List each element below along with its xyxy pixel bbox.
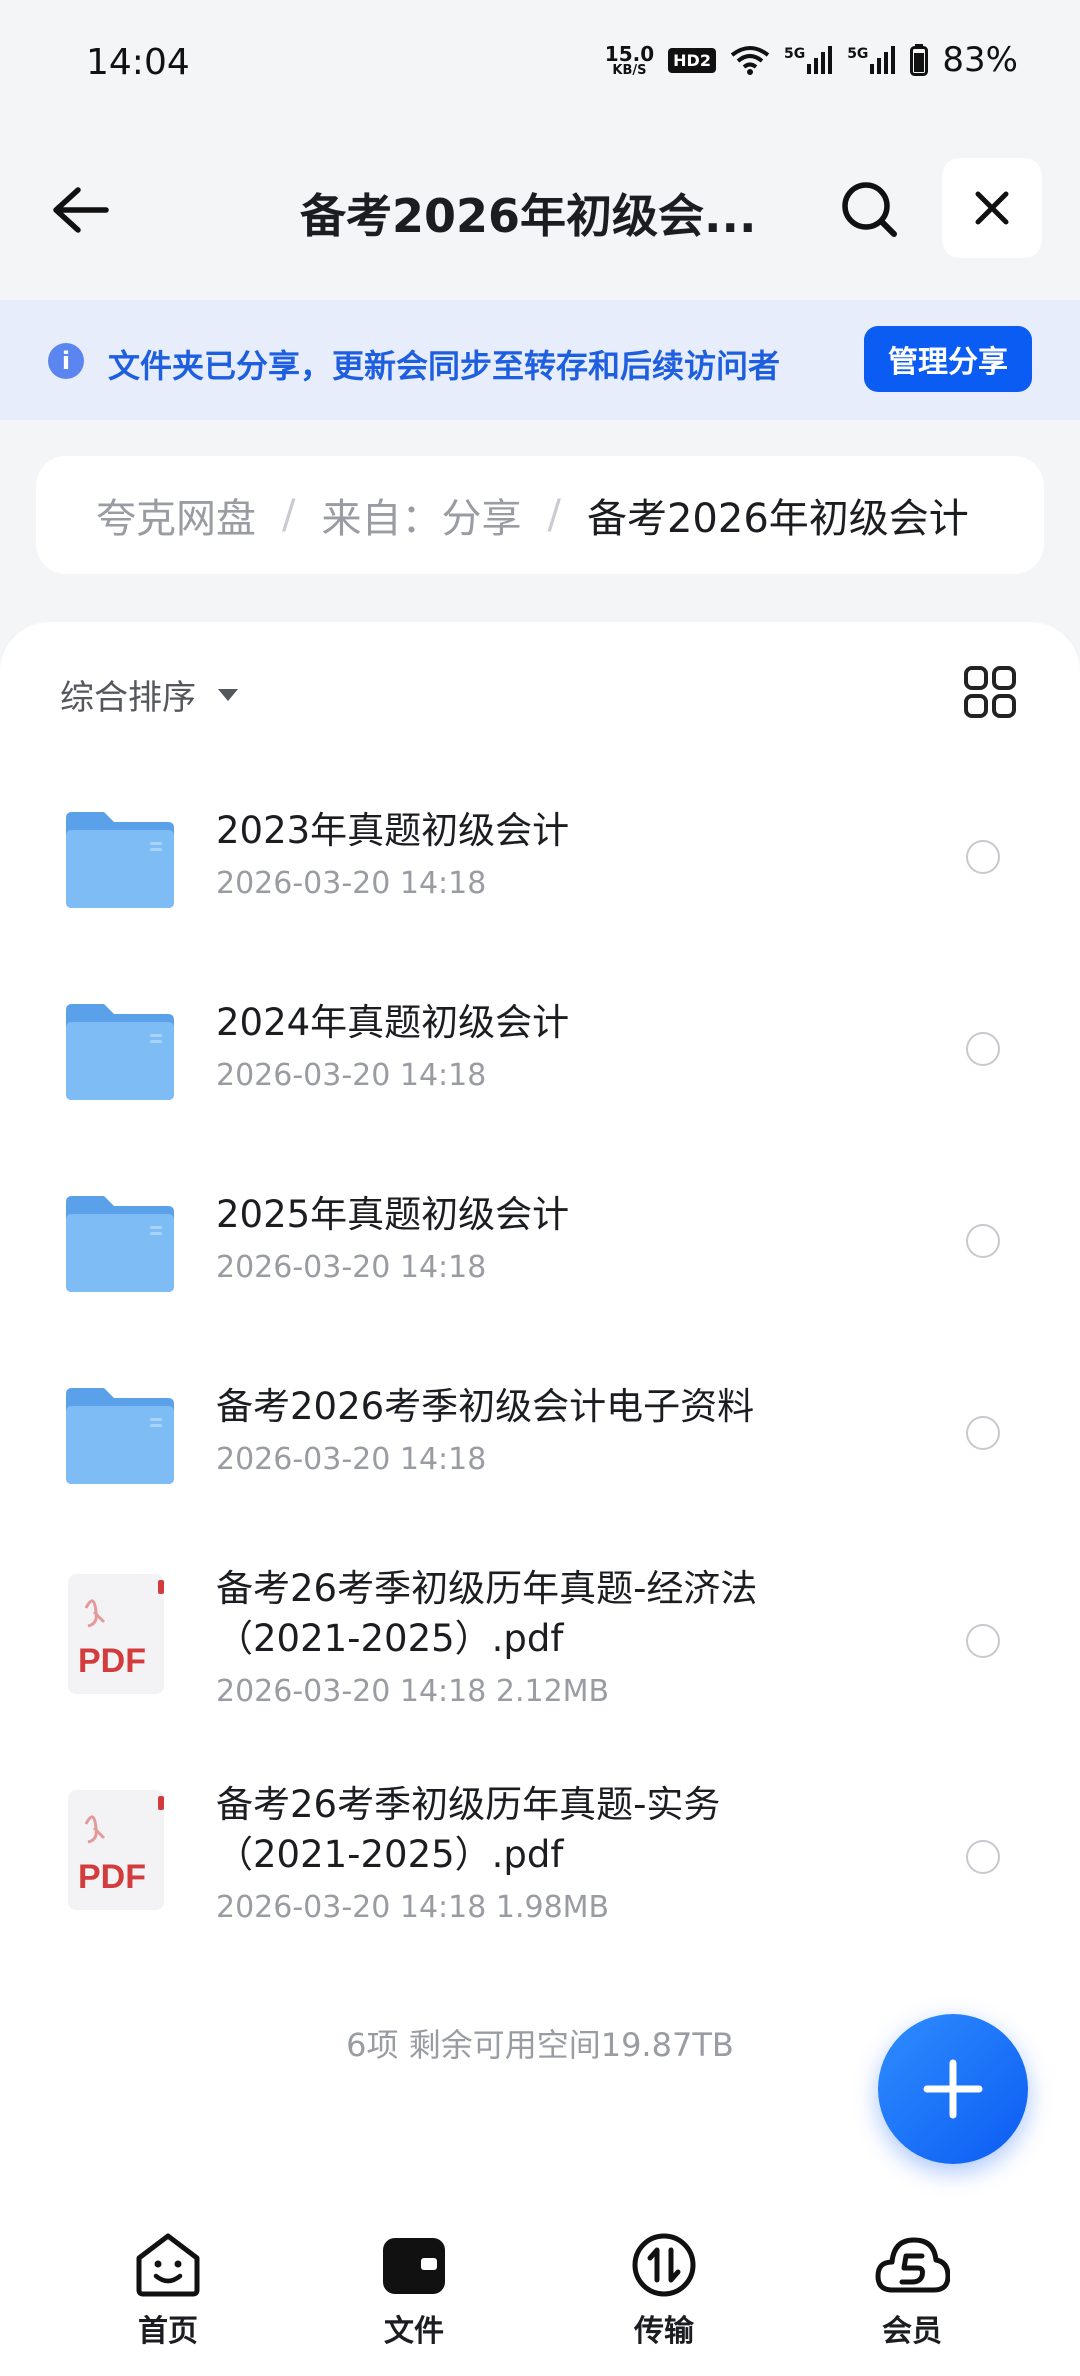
close-icon <box>975 191 1009 225</box>
grid-view-icon <box>964 666 1016 718</box>
info-icon: i <box>48 343 84 379</box>
list-item-pdf[interactable]: PDF 备考26考季初级历年真题-经济法（2021-2025）.pdf 2026… <box>0 1550 1080 1750</box>
item-name: 2025年真题初级会计 <box>216 1193 570 1236</box>
item-name: 2024年真题初级会计 <box>216 1001 570 1044</box>
list-item-folder[interactable]: 2024年真题初级会计 2026-03-20 14:18 <box>0 972 1080 1152</box>
status-time: 14:04 <box>86 42 190 83</box>
list-item-folder[interactable]: 2023年真题初级会计 2026-03-20 14:18 <box>0 780 1080 960</box>
item-meta: 2026-03-20 14:18 <box>216 1058 487 1093</box>
breadcrumb-separator: / <box>547 492 561 538</box>
folder-icon <box>66 1388 174 1484</box>
select-radio[interactable] <box>966 1224 1000 1258</box>
page-title: 备考2026年初级会... <box>300 189 757 243</box>
back-arrow-icon <box>53 187 109 233</box>
home-smile-icon <box>136 2233 200 2297</box>
folder-icon <box>66 812 174 908</box>
sort-dropdown[interactable]: 综合排序 <box>60 670 238 719</box>
list-item-pdf[interactable]: PDF 备考26考季初级历年真题-实务（2021-2025）.pdf 2026-… <box>0 1766 1080 1966</box>
dropdown-caret-icon <box>218 688 238 701</box>
wifi-icon <box>730 46 770 75</box>
item-meta: 2026-03-20 14:18 <box>216 866 487 901</box>
nav-label: 会员 <box>882 2314 942 2349</box>
status-icons: 15.0 KB/S HD2 5G 5G 83% <box>605 40 1018 80</box>
breadcrumb-separator: / <box>282 492 296 538</box>
nav-label: 传输 <box>634 2314 694 2349</box>
search-button[interactable] <box>830 170 910 250</box>
item-name: 备考2026考季初级会计电子资料 <box>216 1385 755 1428</box>
manage-share-button[interactable]: 管理分享 <box>864 326 1032 392</box>
item-name: 备考26考季初级历年真题-实务（2021-2025）.pdf <box>216 1783 721 1876</box>
select-radio[interactable] <box>966 1840 1000 1874</box>
net-speed: 15.0 KB/S <box>604 41 655 78</box>
hd-badge: HD2 <box>668 47 716 73</box>
pdf-label: PDF <box>78 1858 146 1896</box>
plus-icon <box>923 2059 983 2119</box>
breadcrumb-item-share[interactable]: 来自：分享 <box>321 486 521 544</box>
nav-label: 首页 <box>138 2314 198 2349</box>
signal-bars-icon <box>870 46 896 74</box>
breadcrumb: 夸克网盘 / 来自：分享 / 备考2026年初级会计 <box>36 456 1044 574</box>
select-radio[interactable] <box>966 1032 1000 1066</box>
battery-icon <box>910 44 929 76</box>
breadcrumb-item-root[interactable]: 夸克网盘 <box>96 486 256 544</box>
search-icon <box>842 182 897 237</box>
pdf-file-icon: PDF <box>68 1790 164 1910</box>
item-name: 2023年真题初级会计 <box>216 809 570 852</box>
pdf-file-icon: PDF <box>68 1574 164 1694</box>
signal-bars-icon <box>807 46 833 74</box>
breadcrumb-item-current: 备考2026年初级会计 <box>586 496 969 542</box>
item-name: 备考26考季初级历年真题-经济法（2021-2025）.pdf <box>216 1567 758 1660</box>
select-radio[interactable] <box>966 1624 1000 1658</box>
grid-view-button[interactable] <box>964 666 1016 718</box>
folder-icon <box>66 1004 174 1100</box>
list-item-folder[interactable]: 备考2026考季初级会计电子资料 2026-03-20 14:18 <box>0 1356 1080 1536</box>
select-radio[interactable] <box>966 840 1000 874</box>
add-button[interactable] <box>878 2014 1028 2164</box>
select-radio[interactable] <box>966 1416 1000 1450</box>
item-meta: 2026-03-20 14:18 2.12MB <box>216 1674 610 1709</box>
sort-label: 综合排序 <box>60 678 196 718</box>
pdf-label: PDF <box>78 1642 146 1680</box>
share-banner-text: 文件夹已分享，更新会同步至转存和后续访问者 <box>108 347 781 385</box>
folder-icon <box>66 1196 174 1292</box>
list-item-folder[interactable]: 2025年真题初级会计 2026-03-20 14:18 <box>0 1164 1080 1344</box>
cloud-vip-icon <box>875 2237 950 2293</box>
item-meta: 2026-03-20 14:18 <box>216 1250 487 1285</box>
nav-item-transfer[interactable]: 传输 <box>594 2232 734 2350</box>
nav-item-home[interactable]: 首页 <box>98 2232 238 2350</box>
nav-item-vip[interactable]: 会员 <box>842 2232 982 2350</box>
wallet-file-icon <box>383 2238 445 2294</box>
back-button[interactable] <box>40 170 120 250</box>
nav-label: 文件 <box>384 2314 444 2349</box>
item-meta: 2026-03-20 14:18 1.98MB <box>216 1890 610 1925</box>
battery-percent: 83% <box>942 40 1018 80</box>
signal-5g-1: 5G <box>784 46 833 74</box>
nav-item-files[interactable]: 文件 <box>344 2232 484 2350</box>
transfer-icon <box>632 2233 696 2297</box>
close-button[interactable] <box>942 158 1042 258</box>
item-meta: 2026-03-20 14:18 <box>216 1442 487 1477</box>
signal-5g-2: 5G <box>847 46 896 74</box>
